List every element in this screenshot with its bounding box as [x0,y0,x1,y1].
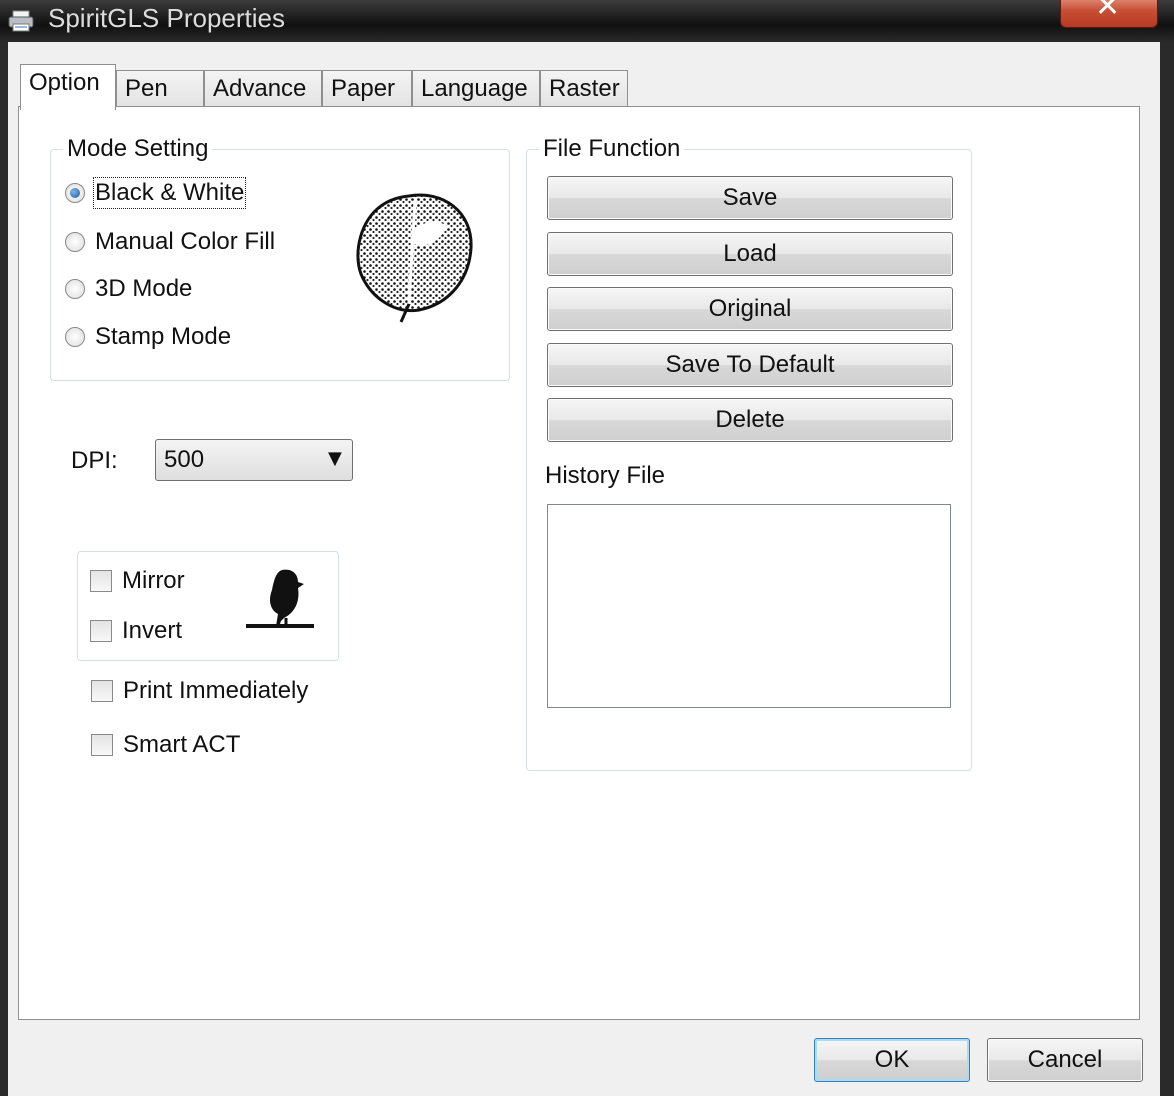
delete-button[interactable]: Delete [547,398,953,442]
radio-black-white[interactable]: Black & White [65,177,247,209]
radio-3d-mode[interactable]: 3D Mode [65,274,192,304]
radio-label: Black & White [92,177,247,209]
window-title: SpiritGLS Properties [48,3,285,33]
radio-button[interactable] [65,327,85,347]
invert-label: Invert [122,617,183,644]
title-bar[interactable]: SpiritGLS Properties ✕ [0,0,1174,42]
smart-act-checkbox[interactable] [91,734,113,756]
close-button[interactable]: ✕ [1060,0,1158,28]
window-frame-left [0,42,8,1096]
cancel-button[interactable]: Cancel [987,1038,1143,1082]
radio-stamp-mode[interactable]: Stamp Mode [65,322,231,352]
file-function-legend: File Function [539,136,685,162]
tab-language[interactable]: Language [412,70,540,108]
tab-pen[interactable]: Pen [116,70,204,108]
smart-act-row[interactable]: Smart ACT [91,730,240,760]
original-button[interactable]: Original [547,287,953,331]
window-frame-right [1160,42,1174,1096]
print-immediately-checkbox[interactable] [91,680,113,702]
tab-advance[interactable]: Advance [204,70,322,108]
printer-icon [8,10,34,32]
tab-raster[interactable]: Raster [540,70,628,108]
tab-paper[interactable]: Paper [322,70,412,108]
mirror-label: Mirror [122,567,185,594]
close-icon: ✕ [1095,0,1121,24]
ok-button[interactable]: OK [814,1038,970,1082]
smart-act-label: Smart ACT [123,731,241,758]
chevron-down-icon: ▼ [328,448,342,469]
dialog-client: Option Pen Advance Paper Language Raster… [8,42,1160,1096]
leaf-preview-icon [356,193,473,323]
print-immediately-row[interactable]: Print Immediately [91,676,308,706]
history-file-label: History File [545,462,666,489]
radio-button[interactable] [65,279,85,299]
bird-preview-icon [246,569,314,628]
mode-setting-legend: Mode Setting [63,136,213,162]
mode-setting-group: Mode Setting Black & White Manual Color … [50,136,510,381]
dpi-select[interactable]: 500 ▼ [155,439,353,481]
mirror-checkbox-row[interactable]: Mirror [90,566,185,596]
mirror-invert-group: Mirror Invert [77,551,339,661]
load-button[interactable]: Load [547,232,953,276]
file-function-group: File Function Save Load Original Save To… [526,136,972,771]
history-file-list[interactable] [547,504,951,708]
radio-label: Manual Color Fill [95,228,276,255]
radio-button[interactable] [65,183,85,203]
radio-label: Stamp Mode [95,323,232,350]
tab-option[interactable]: Option [20,64,116,110]
radio-label: 3D Mode [95,275,193,302]
radio-button[interactable] [65,232,85,252]
dpi-label: DPI: [71,447,118,474]
invert-checkbox[interactable] [90,620,112,642]
save-to-default-button[interactable]: Save To Default [547,343,953,387]
save-button[interactable]: Save [547,176,953,220]
dpi-value: 500 [164,446,205,473]
mirror-checkbox[interactable] [90,570,112,592]
print-immediately-label: Print Immediately [123,677,309,704]
option-tab-panel: Mode Setting Black & White Manual Color … [18,106,1140,1020]
invert-checkbox-row[interactable]: Invert [90,616,182,646]
radio-manual-color-fill[interactable]: Manual Color Fill [65,227,275,257]
